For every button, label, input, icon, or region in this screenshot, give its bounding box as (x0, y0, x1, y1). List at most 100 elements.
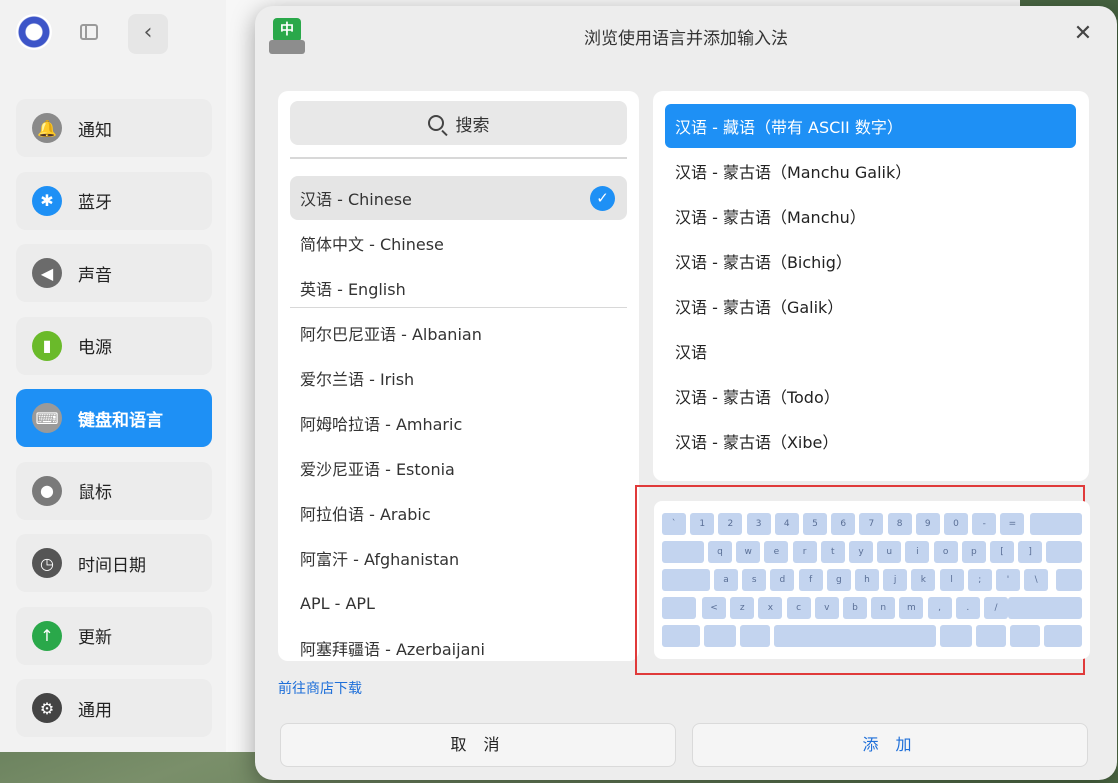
input-method-item[interactable]: 汉语 (665, 329, 1076, 373)
input-method-item[interactable]: 汉语 - 蒙古语（Todo） (665, 374, 1076, 418)
sidebar-item-label: 更新 (78, 628, 112, 648)
keyboard-icon: ⌨ (32, 403, 62, 433)
keyboard-key: ` (662, 513, 686, 535)
keyboard-key: 9 (915, 513, 940, 535)
sidebar-item-label: 鼠标 (78, 483, 112, 503)
keyboard-key: < (702, 597, 726, 619)
input-method-label: 汉语 - 蒙古语（Xibe） (675, 433, 839, 452)
input-method-label: 汉语 - 蒙古语（Manchu Galik） (675, 163, 912, 182)
language-item[interactable]: 阿富汗 - Afghanistan (290, 536, 627, 580)
language-label: APL - APL (300, 593, 375, 613)
language-item[interactable]: 阿尔巴尼亚语 - Albanian (290, 311, 627, 355)
sidebar: ‹ 🔔 通知 ✱ 蓝牙 ◀ 声音 ▮ 电源 ⌨ 键盘和语言 ● 鼠标 ◷ 时间日期 ↑ 更新 ⚙ 通用 (0, 0, 226, 752)
keyboard-key: 6 (831, 513, 856, 535)
sidebar-item[interactable]: ◷ 时间日期 (16, 534, 212, 592)
sidebar-item[interactable]: 🔔 通知 (16, 99, 212, 157)
keyboard-key: 5 (803, 513, 827, 535)
keyboard-key: r (792, 541, 817, 563)
keyboard-key (662, 541, 704, 563)
add-language-dialog: 中 浏览使用语言并添加输入法 ✕ 搜索 汉语 - Chinese ✓ 简体中文 - … (255, 6, 1117, 780)
keyboard-key (976, 625, 1006, 647)
input-method-list: 汉语 - 藏语（带有 ASCII 数字） 汉语 - 蒙古语（Manchu Gali… (653, 91, 1089, 481)
back-button[interactable]: ‹ (128, 14, 168, 54)
sidebar-item-label: 通知 (78, 120, 112, 141)
input-method-label: 汉语 - 藏语（带有 ASCII 数字） (675, 118, 903, 137)
input-method-item[interactable]: 汉语 - 蒙古语（Bichig） (665, 239, 1076, 283)
language-item[interactable]: 阿姆哈拉语 - Amharic (290, 401, 627, 445)
speaker-icon: ◀ (32, 258, 62, 288)
keyboard-key (1030, 513, 1082, 535)
check-icon: ✓ (590, 186, 615, 211)
add-button[interactable]: 添 加 (692, 723, 1088, 767)
sidebar-item[interactable]: ↑ 更新 (16, 606, 212, 665)
language-item[interactable]: 爱沙尼亚语 - Estonia (290, 446, 627, 490)
keyboard-key: y (849, 541, 873, 563)
keyboard-key: o (933, 541, 958, 563)
keyboard-key: 0 (944, 513, 968, 535)
search-placeholder: 搜索 (455, 115, 490, 136)
bell-icon: 🔔 (32, 113, 62, 143)
language-item[interactable]: 简体中文 - Chinese (290, 221, 627, 265)
keyboard-key (1044, 625, 1082, 647)
keyboard-key: p (961, 541, 986, 563)
keyboard-key (1008, 597, 1082, 619)
sidebar-item[interactable]: ⚙ 通用 (16, 679, 212, 737)
language-item[interactable]: 爱尔兰语 - Irish (290, 356, 627, 400)
language-label: 爱沙尼亚语 - Estonia (300, 460, 455, 479)
keyboard-key: ' (996, 569, 1020, 591)
input-method-item[interactable]: 汉语 - 藏语（带有 ASCII 数字） (665, 104, 1076, 148)
sidebar-item[interactable]: ▮ 电源 (16, 316, 212, 375)
keyboard-key: j (883, 569, 908, 591)
keyboard-key: e (764, 541, 789, 563)
search-input[interactable]: 搜索 (290, 101, 627, 145)
language-item[interactable]: APL - APL (290, 581, 627, 625)
keyboard-key: s (742, 569, 767, 591)
keyboard-key: ] (1018, 541, 1043, 563)
keyboard-key: v (814, 597, 839, 619)
input-method-item[interactable]: 汉语 - 蒙古语（Manchu Galik） (665, 149, 1076, 193)
keyboard-key: d (770, 569, 795, 591)
language-label: 简体中文 - Chinese (300, 235, 444, 254)
divider (290, 157, 627, 159)
input-method-item[interactable]: 汉语 - 蒙古语（Xibe） (665, 419, 1076, 463)
input-method-item[interactable]: 汉语 - 蒙古语（Manchu） (665, 194, 1076, 238)
gear-icon: ⚙ (32, 693, 62, 723)
keyboard-key: 8 (887, 513, 912, 535)
sidebar-item-label: 键盘和语言 (78, 410, 163, 431)
keyboard-key (1046, 541, 1082, 563)
language-item[interactable]: 阿塞拜疆语 - Azerbaijani (290, 626, 627, 661)
dialog-title: 浏览使用语言并添加输入法 (584, 29, 788, 49)
keyboard-key (662, 597, 696, 619)
input-method-label: 汉语 (675, 343, 708, 362)
keyboard-key (1010, 625, 1040, 647)
language-list: 搜索 汉语 - Chinese ✓ 简体中文 - Chinese 英语 - Engli… (278, 91, 639, 661)
keyboard-key (940, 625, 972, 647)
language-label: 阿尔巴尼亚语 - Albanian (300, 325, 482, 344)
keyboard-key: q (708, 541, 732, 563)
cancel-button[interactable]: 取 消 (280, 723, 676, 767)
keyboard-key (1056, 569, 1082, 591)
sidebar-item[interactable]: ✱ 蓝牙 (16, 171, 212, 230)
sidebar-item[interactable]: ⌨ 键盘和语言 (16, 389, 212, 447)
keyboard-key: , (927, 597, 952, 619)
keyboard-key: i (905, 541, 930, 563)
store-download-link[interactable]: 前往商店下载 (278, 678, 362, 698)
keyboard-key (662, 569, 710, 591)
input-method-label: 汉语 - 蒙古语（Manchu） (675, 208, 866, 227)
language-item[interactable]: 英语 - English (290, 266, 627, 310)
keyboard-key: 4 (774, 513, 799, 535)
language-label: 英语 - English (300, 280, 406, 299)
keyboard-key: = (1000, 513, 1025, 535)
keyboard-key: 7 (859, 513, 884, 535)
keyboard-key: n (871, 597, 896, 619)
language-item[interactable]: 汉语 - Chinese ✓ (290, 176, 627, 220)
input-method-item[interactable]: 汉语 - 蒙古语（Galik） (665, 284, 1076, 328)
sidebar-item[interactable]: ◀ 声音 (16, 244, 212, 302)
keyboard-key (740, 625, 770, 647)
keyboard-key: 2 (718, 513, 743, 535)
language-item[interactable]: 阿拉伯语 - Arabic (290, 491, 627, 535)
language-label: 阿拉伯语 - Arabic (300, 505, 431, 524)
close-icon[interactable]: ✕ (1071, 22, 1095, 46)
sidebar-item[interactable]: ● 鼠标 (16, 461, 212, 520)
sidebar-toggle-icon[interactable] (80, 24, 98, 40)
